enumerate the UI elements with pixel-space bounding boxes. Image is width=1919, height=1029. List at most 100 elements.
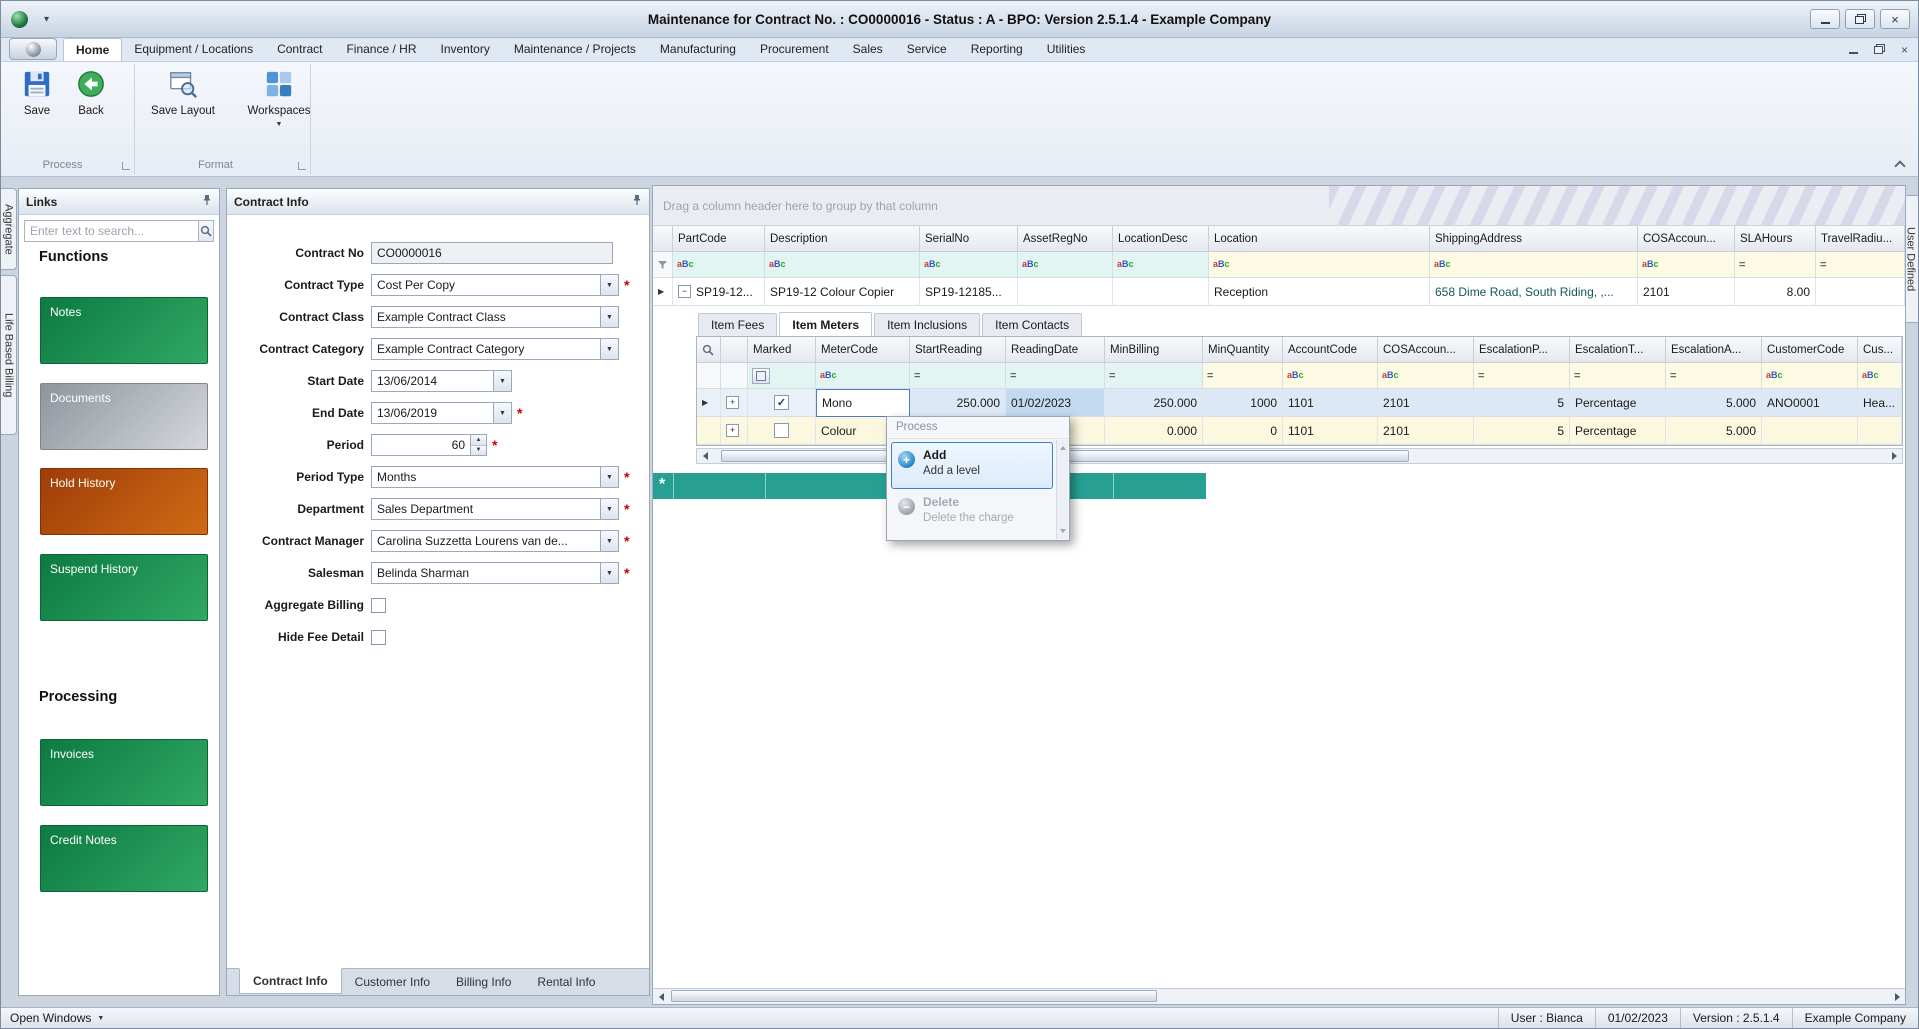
filter-cell-escalationt[interactable]: = xyxy=(1570,363,1666,389)
column-header-travelradius[interactable]: TravelRadiu... xyxy=(1816,226,1905,252)
workspaces-button[interactable]: Workspaces ▼ xyxy=(233,68,325,128)
spin-down-icon[interactable]: ▼ xyxy=(471,445,486,455)
cell-escalationa[interactable]: 5.000 xyxy=(1666,389,1762,417)
cell-cosaccount[interactable]: 2101 xyxy=(1378,389,1474,417)
period-stepper[interactable]: 60 ▲ ▼ xyxy=(371,434,487,456)
filter-cell-escalationa[interactable]: = xyxy=(1666,363,1762,389)
checkbox-filter-icon[interactable] xyxy=(752,367,770,384)
filter-cell-location[interactable]: aBc xyxy=(1209,252,1430,278)
dropdown-arrow-icon[interactable]: ▼ xyxy=(493,371,511,391)
column-header-customer[interactable]: Cus... xyxy=(1858,337,1902,363)
meters-horizontal-scrollbar[interactable] xyxy=(696,448,1903,464)
cell-slahours[interactable]: 8.00 xyxy=(1735,278,1816,306)
tab-contract-info[interactable]: Contract Info xyxy=(239,968,342,994)
cell-escalationp[interactable]: 5 xyxy=(1474,389,1570,417)
period-type-dropdown[interactable]: Months ▼ xyxy=(371,466,619,488)
ribbon-tab-procurement[interactable]: Procurement xyxy=(748,38,841,61)
ribbon-tab-finance-hr[interactable]: Finance / HR xyxy=(334,38,428,61)
scroll-right-icon[interactable] xyxy=(1889,990,1905,1004)
quick-access-chevron-icon[interactable]: ▾ xyxy=(44,14,49,25)
column-header-partcode[interactable]: PartCode xyxy=(673,226,765,252)
cell-customercode[interactable] xyxy=(1762,417,1858,445)
column-header-escalationp[interactable]: EscalationP... xyxy=(1474,337,1570,363)
column-header-escalationa[interactable]: EscalationA... xyxy=(1666,337,1762,363)
cell-cosaccount[interactable]: 2101 xyxy=(1378,417,1474,445)
mdi-minimize-button[interactable] xyxy=(1848,43,1858,57)
menu-scrollbar[interactable] xyxy=(1056,440,1068,539)
expand-detail-button[interactable]: + xyxy=(726,424,739,437)
dropdown-arrow-icon[interactable]: ▼ xyxy=(600,467,618,487)
dropdown-arrow-icon[interactable]: ▼ xyxy=(600,531,618,551)
scroll-right-icon[interactable] xyxy=(1886,449,1902,463)
expand-detail-button[interactable]: + xyxy=(726,396,739,409)
ribbon-tab-sales[interactable]: Sales xyxy=(841,38,895,61)
cell-serialno[interactable]: SP19-12185... xyxy=(920,278,1018,306)
filter-cell-locationdesc[interactable]: aBc xyxy=(1113,252,1209,278)
cell-escalationt[interactable]: Percentage xyxy=(1570,389,1666,417)
filter-cell-minbilling[interactable]: = xyxy=(1105,363,1203,389)
credit-notes-button[interactable]: Credit Notes xyxy=(40,825,208,892)
save-layout-button[interactable]: Save Layout xyxy=(139,68,227,117)
cell-location[interactable]: Reception xyxy=(1209,278,1430,306)
column-header-escalationt[interactable]: EscalationT... xyxy=(1570,337,1666,363)
marked-checkbox[interactable]: ✓ xyxy=(774,395,789,410)
start-date-picker[interactable]: 13/06/2014 ▼ xyxy=(371,370,512,392)
filter-cell-startreading[interactable]: = xyxy=(910,363,1006,389)
back-button[interactable]: Back xyxy=(65,68,117,117)
cell-escalationt[interactable]: Percentage xyxy=(1570,417,1666,445)
restore-button[interactable] xyxy=(1845,9,1875,29)
column-header-marked[interactable]: Marked xyxy=(748,337,816,363)
dropdown-arrow-icon[interactable]: ▼ xyxy=(600,499,618,519)
equipment-horizontal-scrollbar[interactable] xyxy=(653,988,1905,1004)
column-header-metercode[interactable]: MeterCode xyxy=(816,337,910,363)
meter-row-mono[interactable]: ▶ + ✓ Mono 250.000 01/02/2023 250.000 10… xyxy=(697,389,1902,417)
ribbon-tab-maintenance-projects[interactable]: Maintenance / Projects xyxy=(502,38,648,61)
dropdown-arrow-icon[interactable]: ▼ xyxy=(493,403,511,423)
department-dropdown[interactable]: Sales Department ▼ xyxy=(371,498,619,520)
end-date-picker[interactable]: 13/06/2019 ▼ xyxy=(371,402,512,424)
scroll-left-icon[interactable] xyxy=(653,990,669,1004)
filter-cell-customercode[interactable]: aBc xyxy=(1762,363,1858,389)
column-header-customercode[interactable]: CustomerCode xyxy=(1762,337,1858,363)
filter-cell-cosaccount[interactable]: aBc xyxy=(1378,363,1474,389)
cell-minbilling[interactable]: 250.000 xyxy=(1105,389,1203,417)
cell-shippingaddress[interactable]: 658 Dime Road, South Riding, ,... xyxy=(1430,278,1638,306)
application-menu-button[interactable] xyxy=(9,38,57,60)
filter-cell-travelradius[interactable]: = xyxy=(1816,252,1905,278)
expand-cell[interactable]: + xyxy=(721,417,748,445)
column-header-cosaccount[interactable]: COSAccoun... xyxy=(1378,337,1474,363)
column-header-locationdesc[interactable]: LocationDesc xyxy=(1113,226,1209,252)
column-header-accountcode[interactable]: AccountCode xyxy=(1283,337,1378,363)
meter-row-colour[interactable]: + Colour 0.000 0.000 0 1101 2101 5 Perce… xyxy=(697,417,1902,445)
ribbon-tab-equipment-locations[interactable]: Equipment / Locations xyxy=(122,38,265,61)
tab-item-contacts[interactable]: Item Contacts xyxy=(982,313,1083,336)
cell-escalationp[interactable]: 5 xyxy=(1474,417,1570,445)
spin-up-icon[interactable]: ▲ xyxy=(471,435,486,446)
tab-customer-info[interactable]: Customer Info xyxy=(342,969,443,995)
cell-minquantity[interactable]: 0 xyxy=(1203,417,1283,445)
filter-cell-serialno[interactable]: aBc xyxy=(920,252,1018,278)
filter-cell-cosaccount[interactable]: aBc xyxy=(1638,252,1735,278)
search-icon[interactable] xyxy=(198,220,214,242)
column-header-minbilling[interactable]: MinBilling xyxy=(1105,337,1203,363)
cell-minquantity[interactable]: 1000 xyxy=(1203,389,1283,417)
invoices-button[interactable]: Invoices xyxy=(40,739,208,806)
hold-history-button[interactable]: Hold History xyxy=(40,468,208,535)
cell-minbilling[interactable]: 0.000 xyxy=(1105,417,1203,445)
dropdown-arrow-icon[interactable]: ▼ xyxy=(600,275,618,295)
filter-cell-accountcode[interactable]: aBc xyxy=(1283,363,1378,389)
equipment-row[interactable]: ▶ − SP19-12... SP19-12 Colour Copier SP19… xyxy=(653,278,1905,306)
contract-class-dropdown[interactable]: Example Contract Class ▼ xyxy=(371,306,619,328)
cell-locationdesc[interactable] xyxy=(1113,278,1209,306)
scroll-left-icon[interactable] xyxy=(697,449,713,463)
contract-no-input[interactable] xyxy=(371,242,613,264)
contract-type-dropdown[interactable]: Cost Per Copy ▼ xyxy=(371,274,619,296)
ribbon-tab-manufacturing[interactable]: Manufacturing xyxy=(648,38,748,61)
filter-cell-shippingaddress[interactable]: aBc xyxy=(1430,252,1638,278)
ribbon-tab-inventory[interactable]: Inventory xyxy=(428,38,501,61)
filter-cell-assetregno[interactable]: aBc xyxy=(1018,252,1113,278)
column-header-minquantity[interactable]: MinQuantity xyxy=(1203,337,1283,363)
contract-category-dropdown[interactable]: Example Contract Category ▼ xyxy=(371,338,619,360)
mdi-restore-button[interactable] xyxy=(1873,43,1885,57)
save-button[interactable]: Save xyxy=(11,68,63,117)
